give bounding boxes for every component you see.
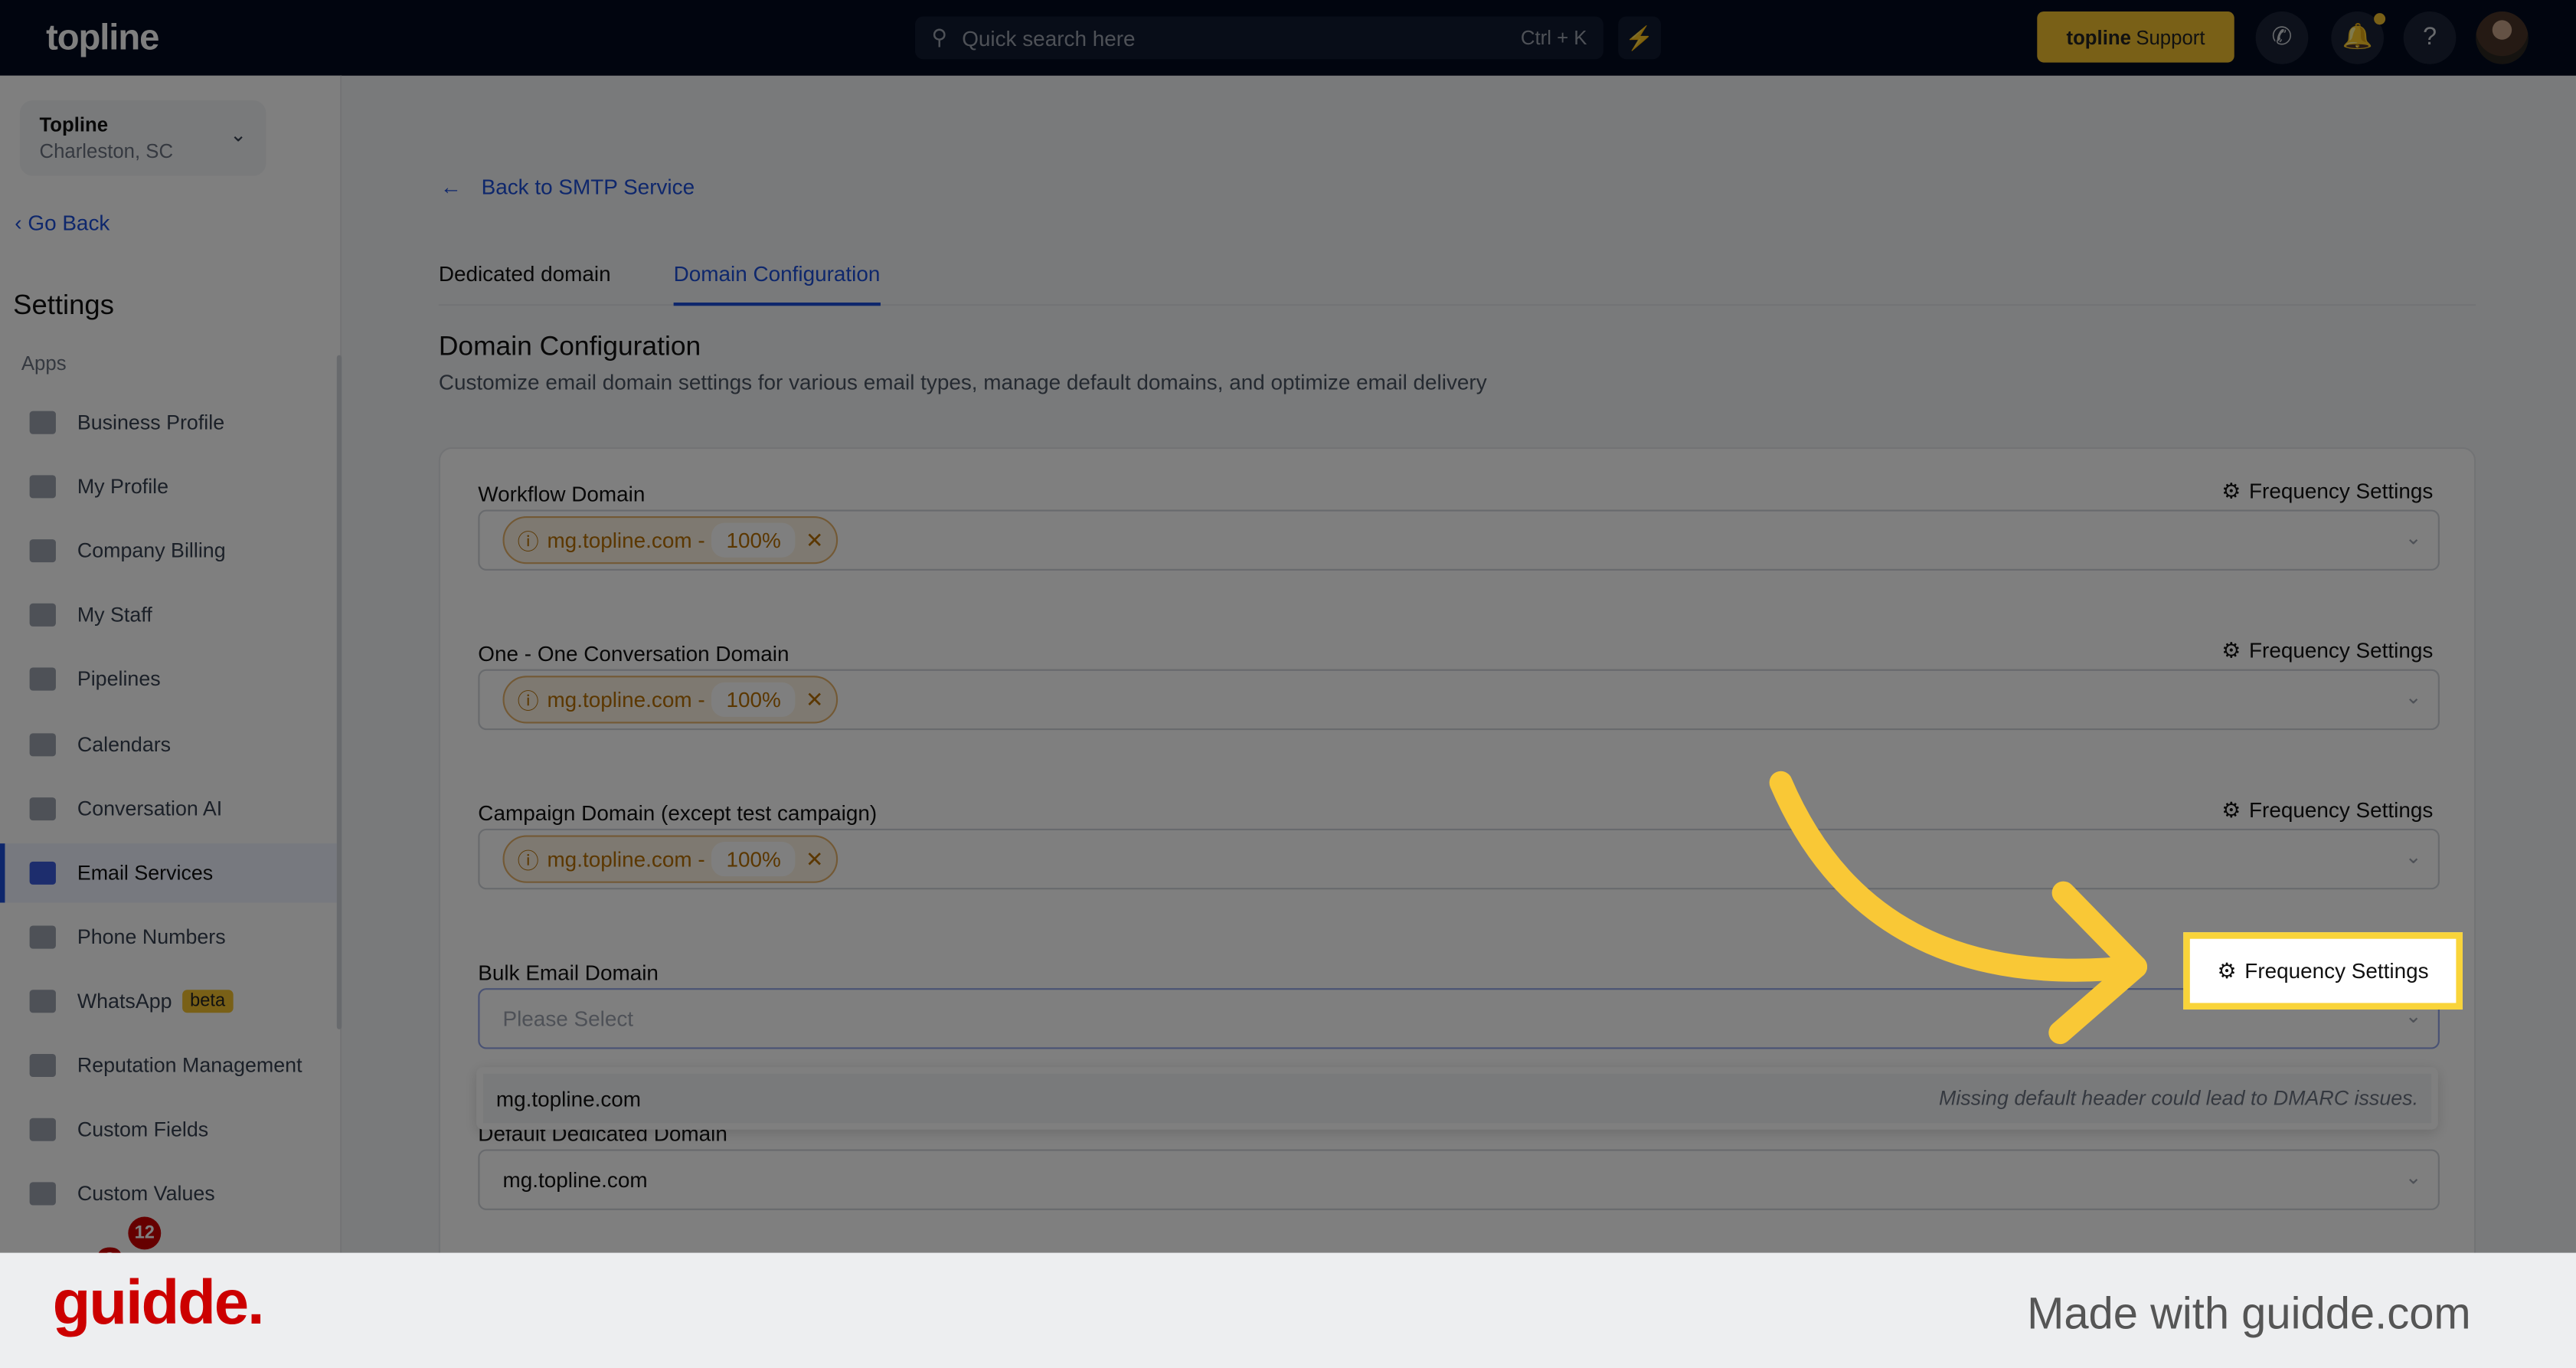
pointer-arrow-icon: [1769, 771, 2148, 1045]
footer: guidde. Made with guidde.com: [0, 1252, 2576, 1368]
screen: topline ⚲ Quick search here Ctrl + K ⚡ t…: [0, 0, 2576, 1368]
made-with-text: Made with guidde.com: [2027, 1288, 2471, 1339]
guidde-logo: guidde.: [52, 1269, 265, 1339]
